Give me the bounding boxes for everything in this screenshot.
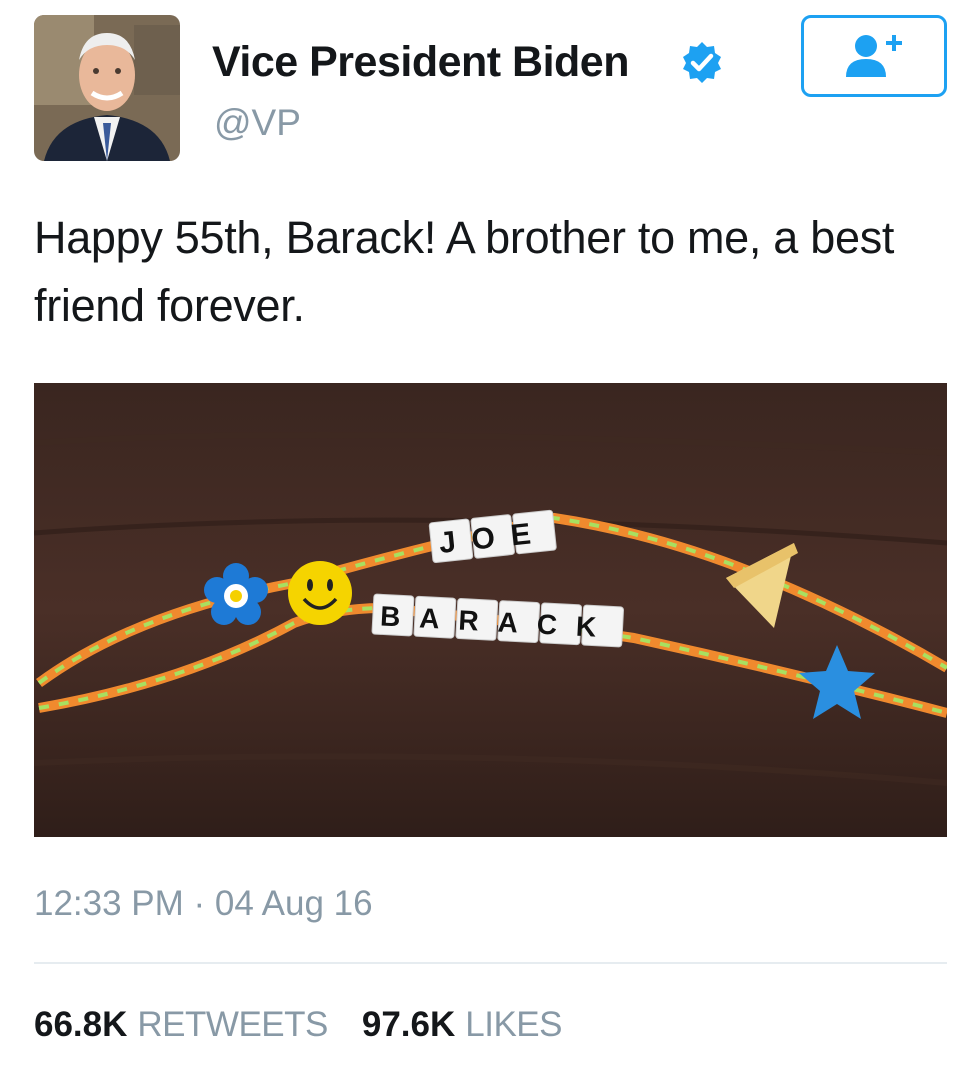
tweet-photo[interactable]: JOE BARACK [34, 383, 947, 837]
friendship-bracelets-photo: JOE BARACK [34, 383, 947, 837]
verified-badge-icon [680, 40, 724, 84]
likes-label: LIKES [465, 1005, 562, 1044]
tweet-timestamp[interactable]: 12:33 PM · 04 Aug 16 [34, 884, 373, 924]
tweet-text: Happy 55th, Barack! A brother to me, a b… [34, 212, 895, 331]
likes-count: 97.6K [361, 1005, 456, 1044]
retweets-label: RETWEETS [137, 1005, 328, 1044]
author-handle[interactable]: @VP [214, 102, 301, 144]
avatar[interactable] [34, 15, 180, 161]
divider [34, 962, 947, 964]
tweet-stats: 66.8K RETWEETS 97.6K LIKES [34, 1005, 596, 1045]
retweets-count: 66.8K [34, 1005, 128, 1044]
smiley-bead [288, 561, 352, 625]
retweets-stat[interactable]: 66.8K RETWEETS [34, 1005, 328, 1045]
add-user-icon [846, 35, 902, 77]
likes-stat[interactable]: 97.6K LIKES [361, 1005, 563, 1045]
follow-button[interactable] [801, 15, 947, 97]
author-display-name[interactable]: Vice President Biden [212, 38, 629, 87]
avatar-image [34, 15, 180, 161]
